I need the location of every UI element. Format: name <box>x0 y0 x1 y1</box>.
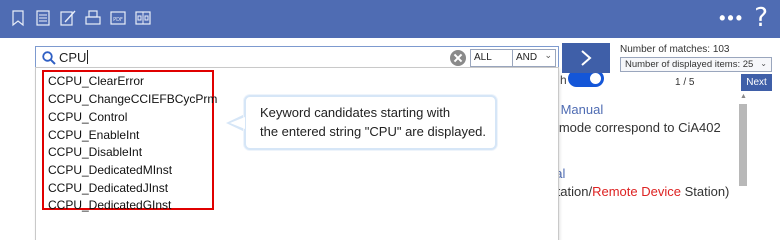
suggestion-item[interactable]: CCPU_Control <box>48 110 127 124</box>
callout-line-1: Keyword candidates starting with <box>260 105 451 120</box>
displayed-items-select[interactable]: Number of displayed items: 25 ⌄ <box>620 57 772 72</box>
help-button[interactable]: ? <box>754 3 768 33</box>
suggestion-item[interactable]: CCPU_DedicatedJInst <box>48 181 168 195</box>
suggestion-item[interactable]: CCPU_DedicatedGInst <box>48 198 171 212</box>
scroll-thumb[interactable] <box>739 104 747 186</box>
callout-pointer-inner <box>230 117 245 129</box>
compare-icon[interactable] <box>133 8 153 28</box>
next-page-button[interactable]: Next <box>741 74 772 91</box>
pdf-icon[interactable]: PDF <box>108 8 128 28</box>
chevron-down-icon: ⌄ <box>544 50 552 60</box>
callout-annotation: Keyword candidates starting with the ent… <box>244 95 497 150</box>
displayed-items-value: Number of displayed items: 25 <box>625 59 754 70</box>
search-icon <box>42 51 56 65</box>
toggle-label: h <box>560 73 567 87</box>
edit-pen-icon[interactable] <box>58 8 78 28</box>
match-count: Number of matches: 103 <box>620 44 730 55</box>
callout-line-2: the entered string "CPU" are displayed. <box>260 124 487 139</box>
suggestion-item[interactable]: CCPU_ChangeCCIEFBCycPrm <box>48 92 217 106</box>
scope-select-value: ALL <box>474 52 492 63</box>
text-caret <box>87 50 89 64</box>
search-input[interactable]: CPU <box>59 50 89 65</box>
clear-search-icon[interactable] <box>450 50 466 66</box>
chevron-down-icon: ⌄ <box>760 59 767 68</box>
notes-icon[interactable] <box>33 8 53 28</box>
results-scrollbar[interactable]: ▲ <box>737 93 749 228</box>
scroll-up-icon[interactable]: ▲ <box>740 93 747 100</box>
print-icon[interactable] <box>83 8 103 28</box>
suggestion-item[interactable]: CCPU_DedicatedMInst <box>48 163 172 177</box>
search-panel: 's Manual n mode correspond to CiA402 ua… <box>0 38 780 240</box>
search-go-button[interactable] <box>562 43 610 73</box>
page-indicator: 1 / 5 <box>675 77 695 88</box>
suggestion-item[interactable]: CCPU_EnableInt <box>48 128 139 142</box>
svg-text:PDF: PDF <box>113 17 123 23</box>
operator-select[interactable]: AND ⌄ <box>512 49 556 67</box>
top-toolbar: PDF ••• ? <box>0 0 780 38</box>
chevron-right-icon <box>581 50 592 66</box>
more-menu-button[interactable]: ••• <box>719 8 744 29</box>
bookmark-icon[interactable] <box>8 8 28 28</box>
autocomplete-dropdown: CCPU_ClearError CCPU_ChangeCCIEFBCycPrm … <box>35 67 559 240</box>
operator-select-value: AND <box>516 52 538 63</box>
result-snippet: n mode correspond to CiA402 <box>548 120 721 135</box>
suggestion-item[interactable]: CCPU_DisableInt <box>48 145 142 159</box>
result-snippet-2: Station/Remote Device Station) <box>548 184 730 199</box>
suggestion-list-highlight: CCPU_ClearError CCPU_ChangeCCIEFBCycPrm … <box>42 70 217 212</box>
suggestion-item[interactable]: CCPU_ClearError <box>48 74 144 88</box>
